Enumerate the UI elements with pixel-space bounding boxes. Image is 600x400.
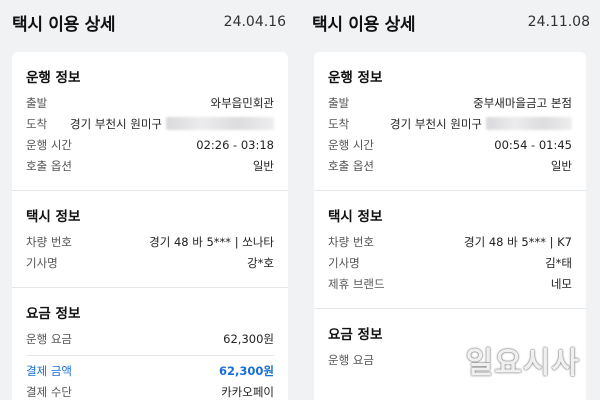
- call-option-value: 일반: [252, 158, 274, 173]
- vehicle-number-value: 경기 48 바 5*** | 쏘나타: [149, 234, 274, 249]
- destination-label: 도착: [26, 116, 48, 131]
- fare-label: 운행 요금: [26, 331, 72, 346]
- call-option-label: 호출 옵션: [26, 158, 72, 173]
- driver-name-label: 기사명: [26, 255, 58, 270]
- driver-name-row: 기사명 김*태: [328, 252, 572, 273]
- vehicle-number-row: 차량 번호 경기 48 바 5*** | 쏘나타: [26, 231, 274, 252]
- destination-label: 도착: [328, 116, 350, 131]
- paid-amount-value: 62,300원: [219, 363, 274, 378]
- driver-name-value: 김*태: [545, 255, 572, 270]
- fare-info-section: 요금 정보 운행 요금 62,300원 결제 금액 62,300원 결제 수단 …: [26, 302, 274, 400]
- section-divider: [314, 190, 586, 191]
- origin-row: 출발 중부새마을금고 본점: [328, 92, 572, 113]
- destination-value-wrap: 경기 부천시 원미구: [390, 116, 572, 132]
- vehicle-number-label: 차량 번호: [328, 234, 374, 249]
- fare-row: 운행 요금 62,300원: [26, 328, 274, 349]
- fare-label: 운행 요금: [328, 352, 374, 367]
- payment-method-value: 카카오페이: [221, 384, 274, 399]
- driver-name-label: 기사명: [328, 255, 360, 270]
- paid-amount-row: 결제 금액 62,300원: [26, 360, 274, 381]
- ride-time-value: 02:26 - 03:18: [196, 137, 274, 152]
- destination-row: 도착 경기 부천시 원미구: [328, 113, 572, 134]
- ride-date: 24.11.08: [527, 14, 590, 30]
- fare-info-title: 요금 정보: [26, 306, 81, 322]
- origin-value: 와부읍민회관: [210, 95, 274, 110]
- paid-amount-label: 결제 금액: [26, 363, 72, 378]
- payment-method-row: 결제 수단 카카오페이: [26, 381, 274, 400]
- taxi-info-title: 택시 정보: [328, 209, 383, 225]
- destination-value: 경기 부천시 원미구: [390, 116, 482, 131]
- origin-value: 중부새마을금고 본점: [473, 95, 572, 110]
- call-option-row: 호출 옵션 일반: [328, 155, 572, 176]
- call-option-value: 일반: [550, 158, 572, 173]
- panel-header: 택시 이용 상세 24.11.08: [300, 0, 600, 44]
- vehicle-number-label: 차량 번호: [26, 234, 72, 249]
- ride-detail-panel-left: 택시 이용 상세 24.04.16 운행 정보 출발 와부읍민회관 도착 경기 …: [0, 0, 296, 400]
- redacted-address: [166, 117, 274, 130]
- partner-brand-value: 네모: [550, 276, 572, 291]
- trip-info-title: 운행 정보: [328, 70, 383, 86]
- destination-row: 도착 경기 부천시 원미구: [26, 113, 274, 134]
- fare-divider: [26, 355, 274, 356]
- section-divider: [314, 308, 586, 309]
- ride-time-label: 운행 시간: [26, 137, 72, 152]
- page-title: 택시 이용 상세: [12, 14, 116, 35]
- taxi-info-title: 택시 정보: [26, 209, 81, 225]
- partner-brand-label: 제휴 브랜드: [328, 276, 385, 291]
- section-divider: [12, 190, 288, 191]
- panel-header: 택시 이용 상세 24.04.16: [0, 0, 296, 44]
- call-option-label: 호출 옵션: [328, 158, 374, 173]
- destination-value-wrap: 경기 부천시 원미구: [70, 116, 274, 132]
- origin-label: 출발: [26, 95, 48, 110]
- call-option-row: 호출 옵션 일반: [26, 155, 274, 176]
- taxi-info-section: 택시 정보 차량 번호 경기 48 바 5*** | K7 기사명 김*태 제휴…: [328, 205, 572, 294]
- ride-time-value: 00:54 - 01:45: [494, 137, 572, 152]
- destination-value: 경기 부천시 원미구: [70, 116, 162, 131]
- page-title: 택시 이용 상세: [312, 14, 416, 35]
- trip-info-title: 운행 정보: [26, 70, 81, 86]
- trip-info-section: 운행 정보 출발 와부읍민회관 도착 경기 부천시 원미구 운행 시간 02:2…: [26, 66, 274, 176]
- fare-value: 62,300원: [223, 331, 274, 346]
- ride-time-row: 운행 시간 00:54 - 01:45: [328, 134, 572, 155]
- ride-date: 24.04.16: [223, 14, 286, 30]
- watermark-logo: 일요시사: [465, 346, 580, 381]
- trip-info-section: 운행 정보 출발 중부새마을금고 본점 도착 경기 부천시 원미구 운행 시간 …: [328, 66, 572, 176]
- partner-brand-row: 제휴 브랜드 네모: [328, 273, 572, 294]
- ride-detail-card: 운행 정보 출발 와부읍민회관 도착 경기 부천시 원미구 운행 시간 02:2…: [12, 52, 288, 400]
- ride-time-label: 운행 시간: [328, 137, 374, 152]
- redacted-address: [486, 117, 572, 130]
- section-divider: [12, 287, 288, 288]
- taxi-info-section: 택시 정보 차량 번호 경기 48 바 5*** | 쏘나타 기사명 강*호: [26, 205, 274, 273]
- origin-row: 출발 와부읍민회관: [26, 92, 274, 113]
- driver-name-value: 강*호: [247, 255, 274, 270]
- driver-name-row: 기사명 강*호: [26, 252, 274, 273]
- vehicle-number-row: 차량 번호 경기 48 바 5*** | K7: [328, 231, 572, 252]
- origin-label: 출발: [328, 95, 350, 110]
- vehicle-number-value: 경기 48 바 5*** | K7: [464, 234, 572, 249]
- payment-method-label: 결제 수단: [26, 384, 72, 399]
- ride-time-row: 운행 시간 02:26 - 03:18: [26, 134, 274, 155]
